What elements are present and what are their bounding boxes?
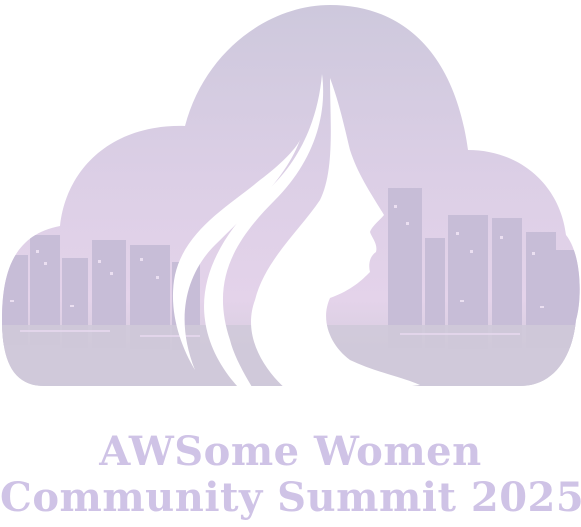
summit-title-line1: AWSome Women <box>99 428 482 475</box>
logo-graphic <box>0 0 581 420</box>
summit-title-line2: Community Summit 2025 <box>0 474 581 521</box>
